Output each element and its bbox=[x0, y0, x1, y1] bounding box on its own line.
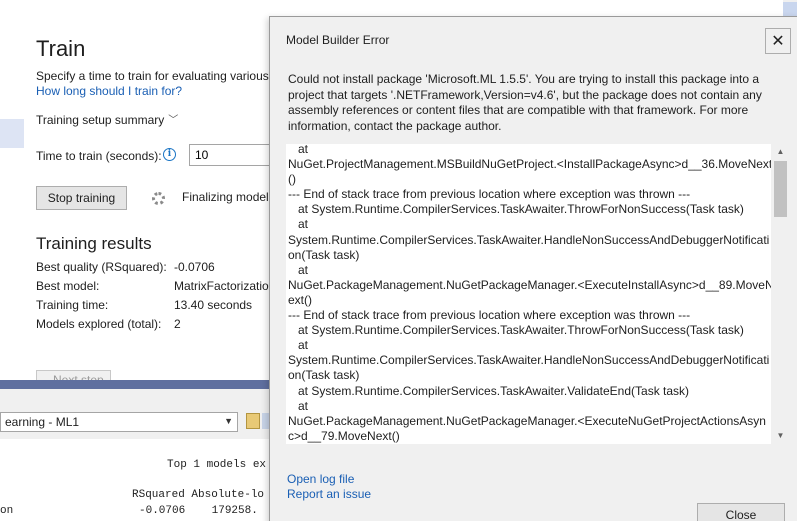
page-subtitle: Specify a time to train for evaluating v… bbox=[36, 69, 269, 83]
stack-line: at System.Runtime.CompilerServices.TaskA… bbox=[288, 202, 744, 217]
stack-line: at bbox=[288, 144, 309, 156]
stack-line: on(Task task) bbox=[288, 368, 360, 383]
output-source-select[interactable]: earning - ML1 ▼ bbox=[0, 412, 238, 432]
training-status-text: Finalizing model bbox=[182, 190, 269, 204]
result-label: Best model: bbox=[36, 279, 100, 293]
scrollbar-thumb[interactable] bbox=[774, 161, 787, 217]
output-console[interactable]: Top 1 models ex RSquared Absolute-lo -0.… bbox=[0, 439, 269, 521]
stack-line: --- End of stack trace from previous loc… bbox=[288, 308, 691, 323]
training-results-heading: Training results bbox=[36, 234, 152, 253]
time-to-train-label: Time to train (seconds): bbox=[36, 149, 162, 163]
stack-trace-scrollbar[interactable]: ▲ ▼ bbox=[771, 144, 790, 444]
output-find-icon[interactable] bbox=[246, 413, 260, 429]
stack-line: c>d__79.MoveNext() bbox=[288, 428, 400, 443]
info-icon[interactable]: i bbox=[163, 148, 176, 161]
stack-line: NuGet.ProjectManagement.MSBuildNuGetProj… bbox=[288, 157, 773, 172]
console-line: RSquared Absolute-lo bbox=[132, 489, 265, 501]
error-message-line: assembly references or content files tha… bbox=[288, 103, 749, 118]
result-value: -0.0706 bbox=[174, 260, 215, 274]
stack-line: --- End of stack trace from previous loc… bbox=[288, 187, 691, 202]
stack-line: at bbox=[288, 398, 309, 413]
output-source-value: earning - ML1 bbox=[5, 415, 80, 429]
dialog-title: Model Builder Error bbox=[286, 33, 390, 47]
stack-line: NuGet.PackageManagement.NuGetPackageMana… bbox=[288, 413, 766, 428]
output-window-titlebar bbox=[0, 380, 269, 389]
model-builder-error-dialog: Model Builder Error ✕ Could not install … bbox=[269, 16, 797, 521]
stack-line: () bbox=[288, 172, 296, 187]
stack-line: at System.Runtime.CompilerServices.TaskA… bbox=[288, 383, 690, 398]
loading-spinner-icon bbox=[152, 192, 165, 205]
stack-line: at bbox=[288, 262, 309, 277]
open-log-file-link[interactable]: Open log file bbox=[287, 472, 354, 486]
page-title: Train bbox=[36, 36, 86, 61]
scroll-up-icon[interactable]: ▲ bbox=[771, 144, 790, 160]
close-button[interactable]: Close bbox=[697, 503, 785, 521]
result-value: 13.40 seconds bbox=[174, 298, 253, 312]
stack-line: System.Runtime.CompilerServices.TaskAwai… bbox=[288, 353, 770, 368]
result-value: 2 bbox=[174, 317, 181, 331]
result-value: MatrixFactorizatio bbox=[174, 279, 269, 293]
console-line: -0.0706 179258. bbox=[139, 505, 258, 517]
chevron-down-icon: ﹀ bbox=[168, 115, 179, 126]
error-message: Could not install package 'Microsoft.ML … bbox=[288, 72, 766, 134]
training-setup-summary-label: Training setup summary bbox=[36, 113, 165, 127]
time-to-train-input[interactable] bbox=[189, 144, 271, 166]
result-label: Models explored (total): bbox=[36, 317, 162, 331]
error-message-line: information, contact the package author. bbox=[288, 118, 502, 133]
stack-trace-text: at NuGet.ProjectManagement.MSBuildNuGetP… bbox=[288, 144, 774, 444]
training-setup-summary-toggle[interactable]: Training setup summary ﹀ bbox=[36, 111, 178, 127]
training-time-help-link[interactable]: How long should I train for? bbox=[36, 84, 182, 98]
scroll-down-icon[interactable]: ▼ bbox=[771, 428, 790, 444]
console-line: on bbox=[0, 505, 14, 517]
error-message-line: Could not install package 'Microsoft.ML … bbox=[288, 72, 760, 86]
dialog-close-x-button[interactable]: ✕ bbox=[765, 28, 791, 54]
stack-line: on(Task task) bbox=[288, 247, 360, 262]
result-label: Best quality (RSquared): bbox=[36, 260, 167, 274]
stack-line: NuGet.PackageManagement.NuGetPackageMana… bbox=[288, 277, 774, 292]
result-label: Training time: bbox=[36, 298, 109, 312]
stack-line: System.Runtime.CompilerServices.TaskAwai… bbox=[288, 232, 770, 247]
stack-line: at System.Runtime.CompilerServices.TaskA… bbox=[288, 323, 744, 338]
stack-line: at bbox=[288, 217, 309, 232]
stack-trace-box[interactable]: at NuGet.ProjectManagement.MSBuildNuGetP… bbox=[286, 144, 790, 444]
dropdown-arrow-icon: ▼ bbox=[224, 416, 233, 426]
stop-training-button[interactable]: Stop training bbox=[36, 186, 127, 210]
sidebar-selected-item[interactable] bbox=[0, 119, 24, 148]
error-message-line: project that targets '.NETFramework,Vers… bbox=[288, 87, 762, 102]
stack-line: at bbox=[288, 338, 309, 353]
report-issue-link[interactable]: Report an issue bbox=[287, 487, 371, 501]
stack-line: ext() bbox=[288, 292, 312, 307]
console-line: Top 1 models ex bbox=[167, 459, 267, 471]
